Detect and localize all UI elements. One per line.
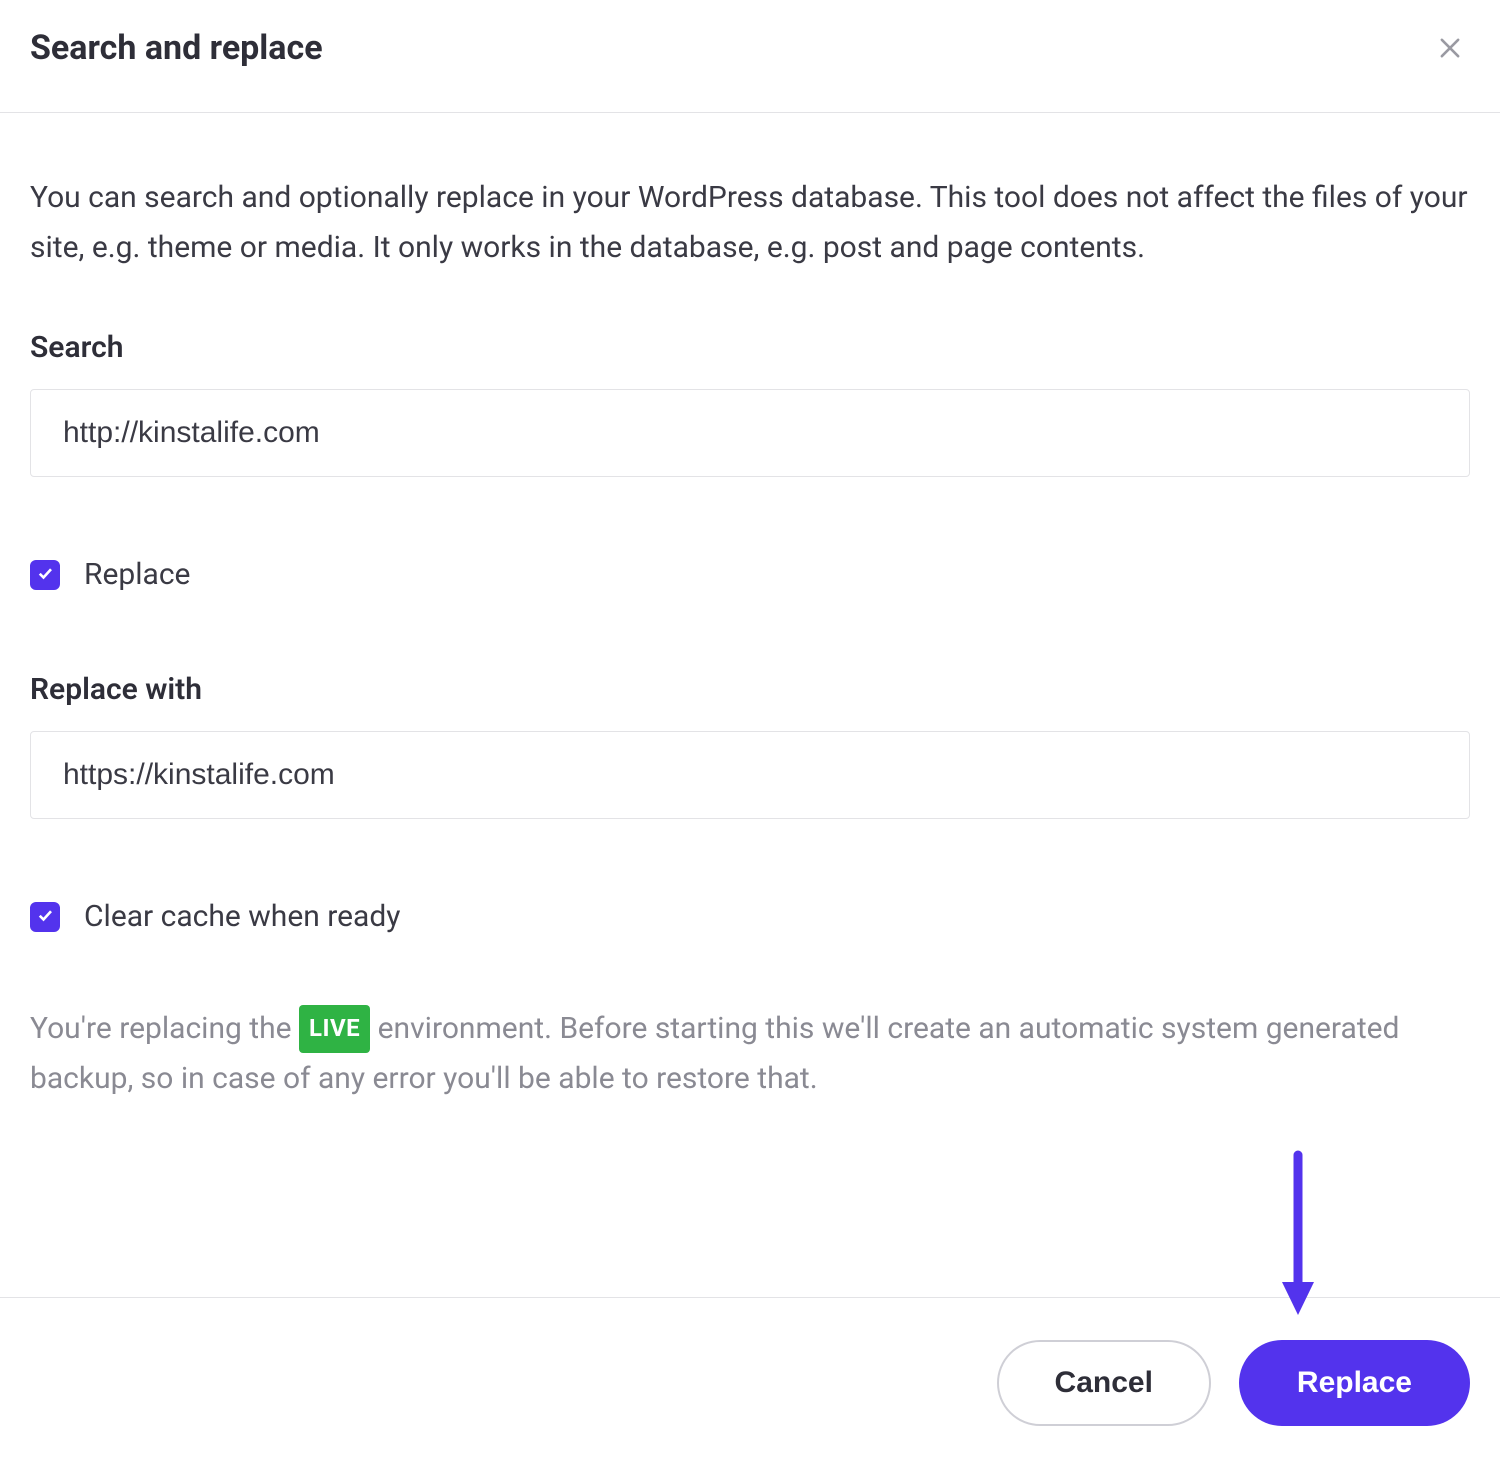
search-replace-modal: Search and replace You can search and op… — [0, 0, 1500, 1468]
modal-footer: Cancel Replace — [0, 1297, 1500, 1468]
warning-prefix: You're replacing the — [30, 1011, 299, 1046]
environment-warning: You're replacing the LIVE environment. B… — [30, 1004, 1470, 1103]
cancel-button[interactable]: Cancel — [997, 1340, 1211, 1426]
modal-description: You can search and optionally replace in… — [30, 173, 1470, 272]
replace-toggle-row: Replace — [30, 557, 1470, 592]
clear-cache-checkbox[interactable] — [30, 902, 60, 932]
modal-header: Search and replace — [0, 0, 1500, 113]
env-badge: LIVE — [299, 1005, 370, 1053]
search-label: Search — [30, 330, 1470, 365]
clear-cache-checkbox-label: Clear cache when ready — [84, 899, 400, 934]
replace-with-label: Replace with — [30, 672, 1470, 707]
close-button[interactable] — [1430, 28, 1470, 68]
clear-cache-row: Clear cache when ready — [30, 899, 1470, 934]
check-icon — [36, 906, 54, 928]
check-icon — [36, 564, 54, 586]
replace-checkbox-label: Replace — [84, 557, 190, 592]
replace-checkbox[interactable] — [30, 560, 60, 590]
modal-title: Search and replace — [30, 28, 323, 68]
search-input[interactable] — [30, 389, 1470, 477]
replace-button[interactable]: Replace — [1239, 1340, 1470, 1426]
close-icon — [1436, 34, 1464, 62]
replace-with-input[interactable] — [30, 731, 1470, 819]
modal-body: You can search and optionally replace in… — [0, 113, 1500, 1297]
